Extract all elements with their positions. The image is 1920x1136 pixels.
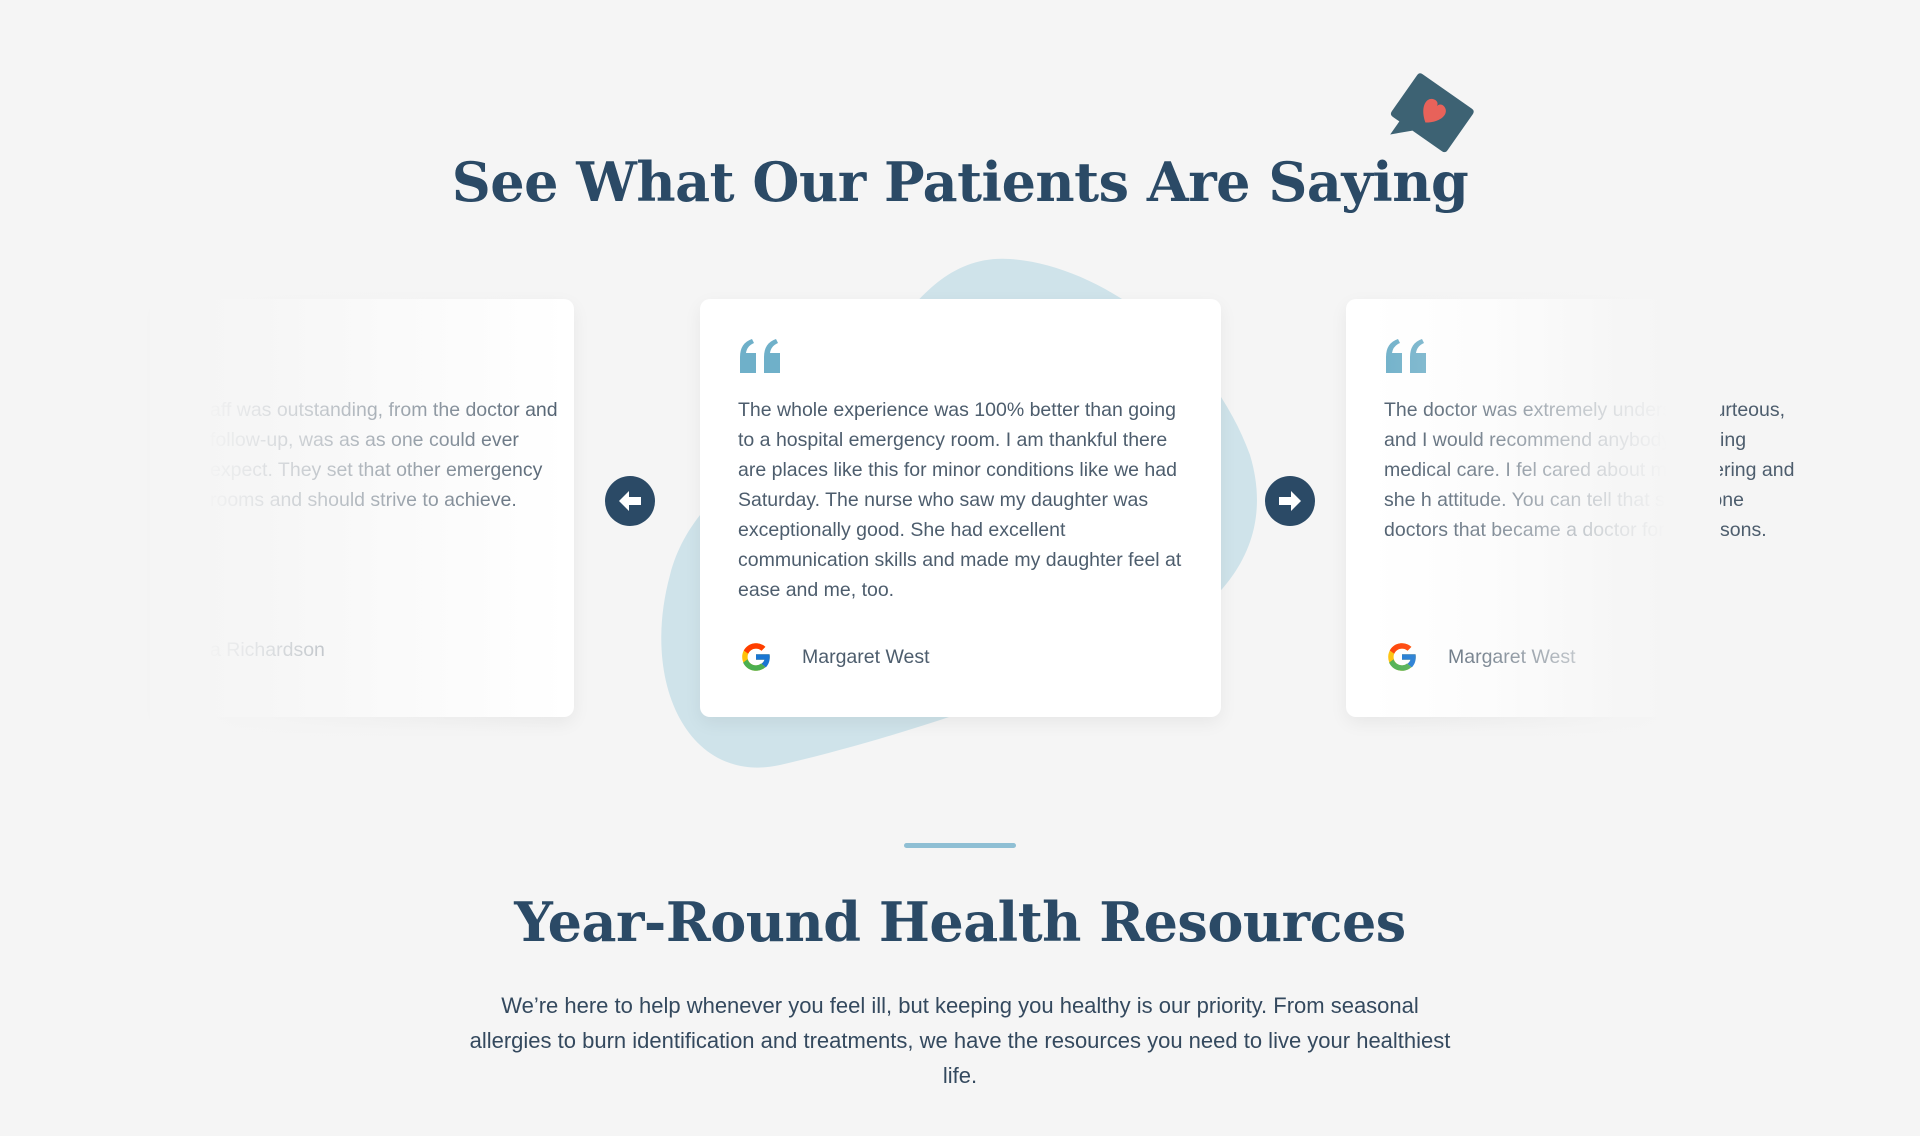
quote-icon	[740, 339, 780, 373]
author-name: a Richardson	[210, 639, 325, 661]
arrow-right-icon	[1279, 491, 1301, 511]
arrow-left-icon	[619, 491, 641, 511]
google-icon	[742, 643, 771, 671]
resources-description: We’re here to help whenever you feel ill…	[469, 993, 1451, 1088]
google-icon	[1388, 643, 1417, 671]
carousel-prev-button[interactable]	[605, 476, 655, 526]
testimonial-author: a Richardson	[210, 639, 325, 662]
quote-icon	[1386, 339, 1426, 373]
testimonial-text: aff was outstanding, from the doctor and…	[210, 399, 558, 511]
testimonial-card-next: The doctor was extremely understa courte…	[1346, 299, 1794, 717]
heart-chat-icon	[1390, 73, 1474, 153]
carousel-next-button[interactable]	[1265, 476, 1315, 526]
testimonial-card-previous: aff was outstanding, from the doctor and…	[160, 299, 574, 717]
testimonial-text: The doctor was extremely understa courte…	[1384, 399, 1795, 541]
testimonials-title: See What Our Patients Are Saying	[451, 150, 1469, 214]
testimonial-card-active: The whole experience was 100% better tha…	[700, 299, 1221, 717]
resources-title: Year-Round Health Resources	[514, 890, 1406, 954]
testimonial-text: The whole experience was 100% better tha…	[738, 399, 1182, 601]
testimonial-author: Margaret West	[738, 639, 930, 675]
author-name: Margaret West	[802, 645, 930, 668]
author-name: Margaret West	[1448, 645, 1576, 668]
testimonial-author: Margaret West	[1384, 639, 1576, 675]
section-divider	[904, 843, 1016, 848]
